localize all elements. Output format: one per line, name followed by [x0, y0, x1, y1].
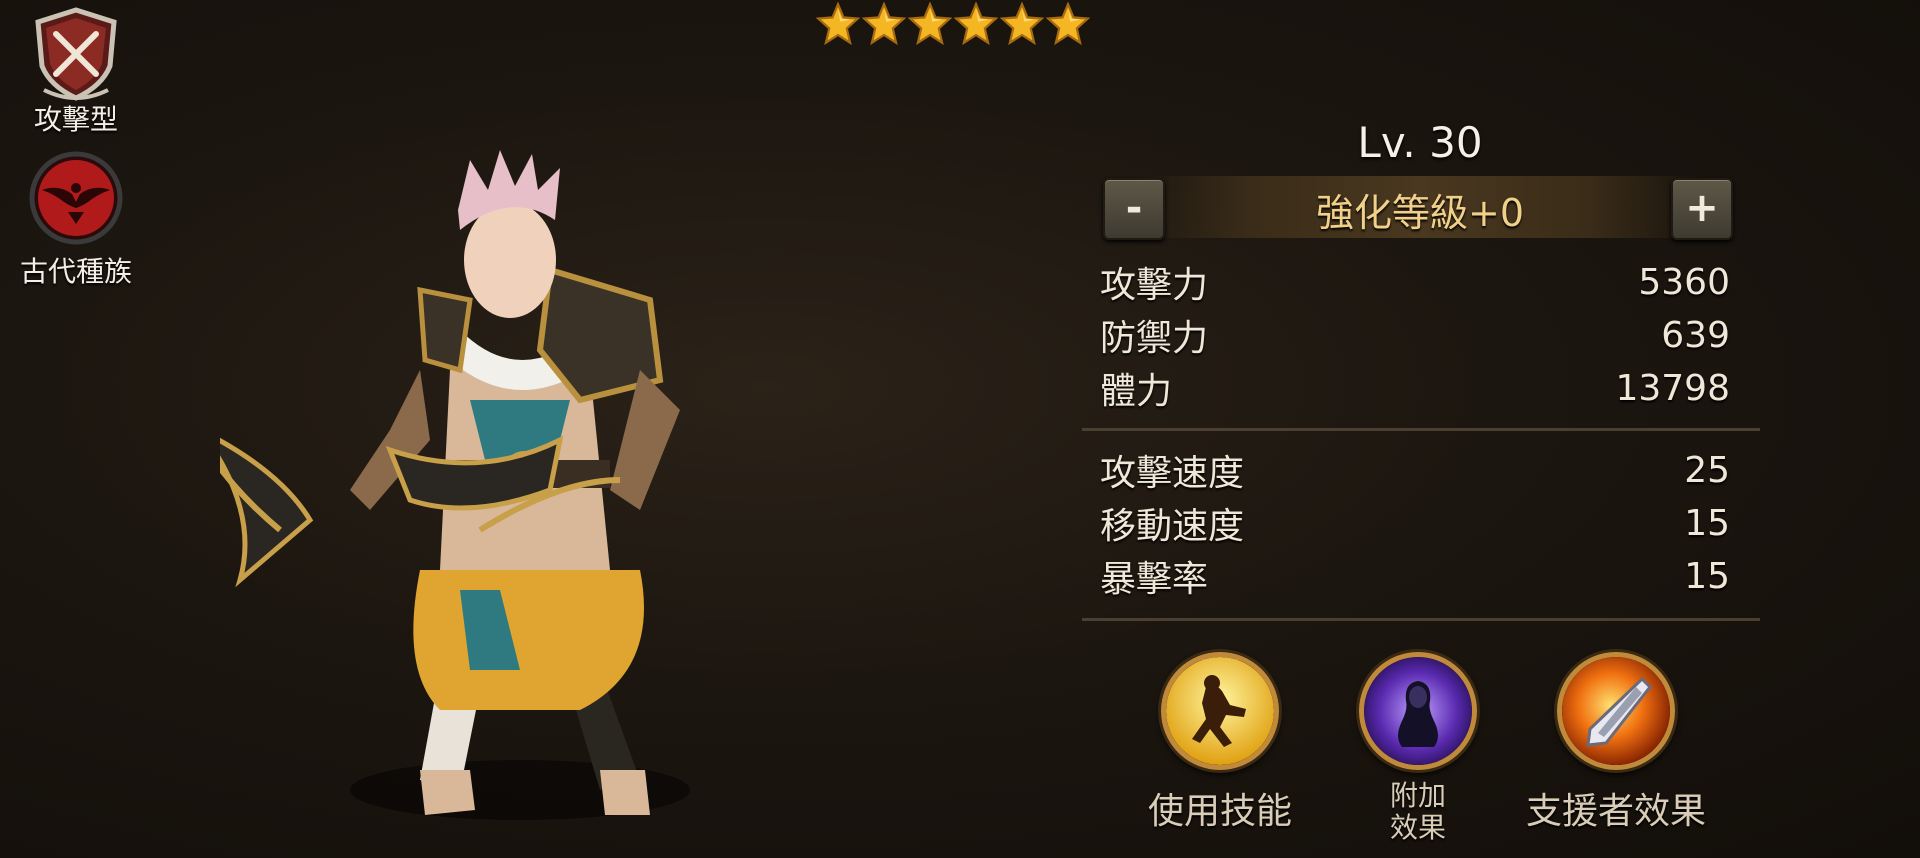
- enhance-level-label: 強化等級+0: [1315, 191, 1525, 235]
- stat-value: 13798: [1615, 367, 1730, 409]
- stat-name: 移動速度: [1100, 506, 1245, 547]
- enhance-increase-button[interactable]: +: [1671, 178, 1733, 240]
- star-icon: [862, 2, 906, 46]
- running-figure-icon: [1161, 652, 1279, 770]
- stat-row-crit-rate: 暴擊率 15: [1100, 551, 1730, 601]
- stat-row-defense: 防禦力 639: [1100, 310, 1730, 360]
- stat-row-attack: 攻擊力 5360: [1100, 257, 1730, 307]
- stat-name: 體力: [1100, 371, 1173, 412]
- star-icon: [816, 2, 860, 46]
- stat-row-hp: 體力 13798: [1100, 363, 1730, 413]
- stat-value: 5360: [1638, 261, 1730, 303]
- hero-level: Lv. 30: [1357, 118, 1483, 167]
- race-label: 古代種族: [19, 255, 132, 288]
- crossed-swords-shield-icon: [35, 7, 117, 101]
- flaming-blade-icon: [1557, 652, 1675, 770]
- stat-name: 防禦力: [1100, 318, 1209, 359]
- stats-divider: [1082, 428, 1760, 431]
- star-rating: [816, 2, 1090, 48]
- stat-name: 暴擊率: [1100, 559, 1209, 600]
- hero-character-image: [220, 150, 690, 820]
- winged-emblem-icon: [29, 151, 123, 245]
- extra-effect-button[interactable]: 附加 效果: [1338, 652, 1498, 844]
- support-effect-button[interactable]: 支援者效果: [1516, 652, 1716, 834]
- stat-value: 15: [1684, 555, 1730, 597]
- stats-divider: [1082, 618, 1760, 621]
- extra-effect-label-line1: 附加: [1389, 779, 1446, 812]
- support-effect-label: 支援者效果: [1525, 791, 1706, 832]
- stat-value: 25: [1684, 449, 1730, 491]
- enhance-decrease-button[interactable]: -: [1103, 178, 1165, 240]
- stat-row-attack-speed: 攻擊速度 25: [1100, 445, 1730, 495]
- stat-name: 攻擊力: [1100, 265, 1209, 306]
- skill-use-button[interactable]: 使用技能: [1140, 652, 1300, 834]
- stat-name: 攻擊速度: [1100, 453, 1245, 494]
- skill-use-label: 使用技能: [1147, 791, 1292, 832]
- class-badge[interactable]: 攻擊型: [22, 6, 130, 138]
- stat-value: 15: [1684, 502, 1730, 544]
- race-badge[interactable]: 古代種族: [8, 150, 144, 290]
- star-icon: [908, 2, 952, 46]
- star-icon: [1000, 2, 1044, 46]
- spectral-figure-icon: [1359, 652, 1477, 770]
- extra-effect-label-line2: 效果: [1389, 811, 1446, 844]
- class-label: 攻擊型: [33, 103, 118, 136]
- star-icon: [1046, 2, 1090, 46]
- stat-value: 639: [1661, 314, 1730, 356]
- stat-row-move-speed: 移動速度 15: [1100, 498, 1730, 548]
- star-icon: [954, 2, 998, 46]
